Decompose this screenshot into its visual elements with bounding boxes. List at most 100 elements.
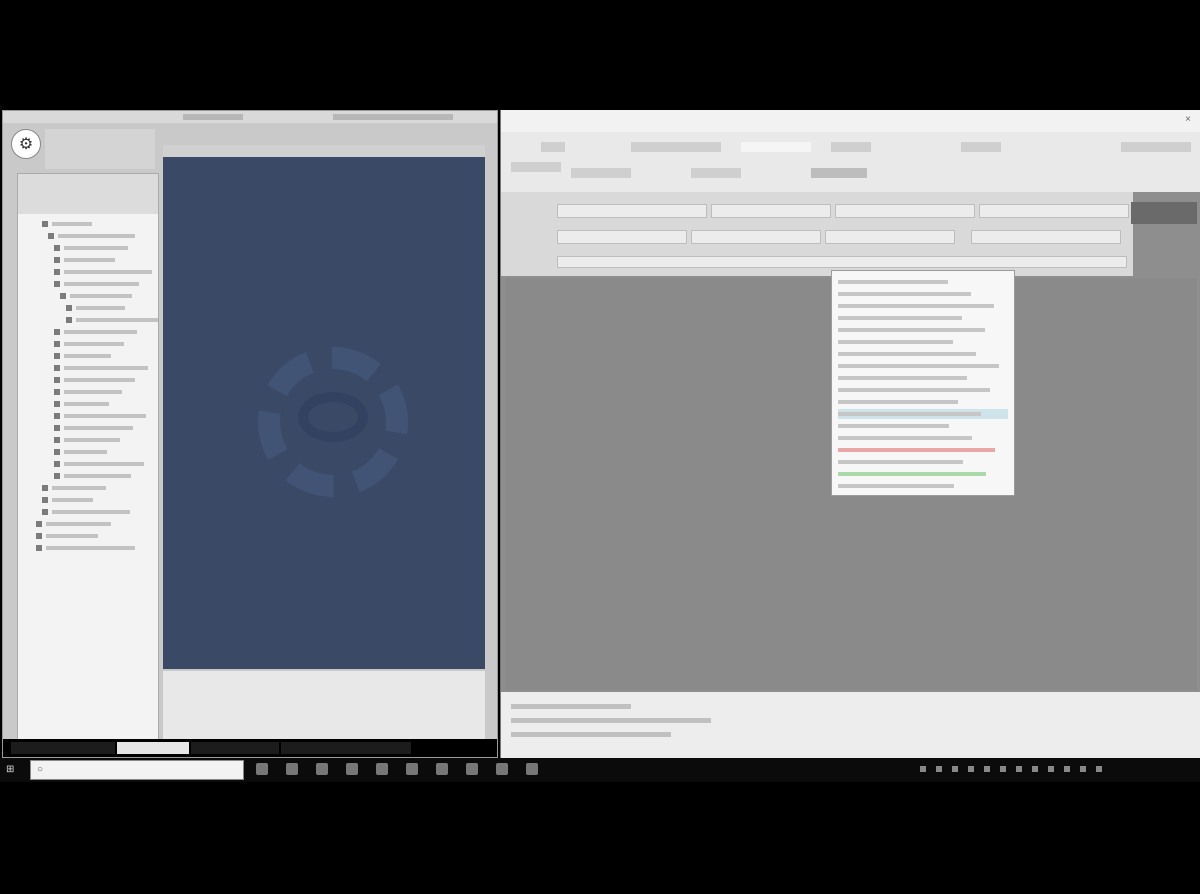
system-tray-icon[interactable] bbox=[1048, 766, 1054, 772]
tree-item[interactable] bbox=[54, 448, 148, 457]
tree-item[interactable] bbox=[42, 220, 148, 229]
pinned-app-icon[interactable] bbox=[526, 763, 538, 775]
system-tray-icon[interactable] bbox=[1096, 766, 1102, 772]
tree-item[interactable] bbox=[54, 400, 148, 409]
tree-item[interactable] bbox=[54, 340, 148, 349]
dropdown-option[interactable] bbox=[838, 277, 1008, 287]
system-tray-icon[interactable] bbox=[1000, 766, 1006, 772]
left-toolbar[interactable] bbox=[45, 129, 155, 169]
pinned-app-icon[interactable] bbox=[466, 763, 478, 775]
preview-canvas[interactable] bbox=[163, 157, 485, 669]
pinned-app-icon[interactable] bbox=[376, 763, 388, 775]
pinned-app-icon[interactable] bbox=[346, 763, 358, 775]
ribbon-button[interactable] bbox=[831, 142, 871, 152]
dropdown-option[interactable] bbox=[838, 385, 1008, 395]
system-tray-icon[interactable] bbox=[984, 766, 990, 772]
dropdown-option[interactable] bbox=[838, 469, 1008, 479]
taskbar-clock[interactable] bbox=[1130, 762, 1170, 778]
tree-item[interactable] bbox=[48, 232, 148, 241]
tree-item[interactable] bbox=[54, 376, 148, 385]
ribbon-button[interactable] bbox=[961, 142, 1001, 152]
system-tray-icon[interactable] bbox=[1016, 766, 1022, 772]
system-tray-icon[interactable] bbox=[1080, 766, 1086, 772]
tab-1[interactable] bbox=[11, 742, 115, 754]
system-tray-icon[interactable] bbox=[936, 766, 942, 772]
tree-item[interactable] bbox=[36, 520, 148, 529]
tree-item[interactable] bbox=[36, 532, 148, 541]
dropdown-option[interactable] bbox=[838, 325, 1008, 335]
tree-item[interactable] bbox=[36, 544, 148, 553]
ribbon-button-selected[interactable] bbox=[811, 168, 867, 178]
dropdown-list[interactable] bbox=[831, 270, 1015, 496]
pinned-app-icon[interactable] bbox=[436, 763, 448, 775]
apply-button[interactable] bbox=[1131, 202, 1197, 224]
ribbon-button[interactable] bbox=[541, 142, 565, 152]
ribbon-button[interactable] bbox=[691, 168, 741, 178]
pinned-app-icon[interactable] bbox=[406, 763, 418, 775]
tree-item[interactable] bbox=[54, 388, 148, 397]
dropdown-option[interactable] bbox=[838, 361, 1008, 371]
filter-field[interactable] bbox=[711, 204, 831, 218]
dropdown-option[interactable] bbox=[838, 289, 1008, 299]
ribbon-button[interactable] bbox=[1121, 142, 1191, 152]
tab-2[interactable] bbox=[117, 742, 189, 754]
dropdown-option[interactable] bbox=[838, 409, 1008, 419]
filter-field[interactable] bbox=[557, 204, 707, 218]
dropdown-option[interactable] bbox=[838, 337, 1008, 347]
tree-item[interactable] bbox=[42, 496, 148, 505]
windows-start-icon[interactable]: ⊞ bbox=[6, 764, 18, 776]
filter-field[interactable] bbox=[835, 204, 975, 218]
tab-4[interactable] bbox=[281, 742, 411, 754]
dropdown-option[interactable] bbox=[838, 421, 1008, 431]
filter-field[interactable] bbox=[825, 230, 955, 244]
dropdown-option[interactable] bbox=[838, 313, 1008, 323]
ribbon-button[interactable] bbox=[511, 162, 561, 172]
filter-field[interactable] bbox=[971, 230, 1121, 244]
system-tray-icon[interactable] bbox=[968, 766, 974, 772]
filter-field[interactable] bbox=[557, 230, 687, 244]
left-window-titlebar[interactable] bbox=[3, 111, 497, 123]
dropdown-option[interactable] bbox=[838, 481, 1008, 491]
filter-field[interactable] bbox=[979, 204, 1129, 218]
system-tray-icon[interactable] bbox=[952, 766, 958, 772]
tree-item[interactable] bbox=[54, 280, 148, 289]
tree-item[interactable] bbox=[54, 328, 148, 337]
tab-3[interactable] bbox=[191, 742, 279, 754]
right-window-titlebar[interactable]: × bbox=[501, 110, 1200, 132]
tree-item[interactable] bbox=[42, 508, 148, 517]
close-icon[interactable]: × bbox=[1185, 114, 1191, 125]
ribbon-tab-active[interactable] bbox=[741, 142, 811, 152]
system-tray-icon[interactable] bbox=[920, 766, 926, 772]
system-tray-icon[interactable] bbox=[1032, 766, 1038, 772]
dropdown-option[interactable] bbox=[838, 397, 1008, 407]
dropdown-option[interactable] bbox=[838, 373, 1008, 383]
tree-item[interactable] bbox=[54, 352, 148, 361]
tree-item[interactable] bbox=[54, 424, 148, 433]
pinned-app-icon[interactable] bbox=[496, 763, 508, 775]
search-input[interactable] bbox=[53, 763, 243, 779]
dropdown-option[interactable] bbox=[838, 349, 1008, 359]
filter-field[interactable] bbox=[691, 230, 821, 244]
tree-item[interactable] bbox=[54, 460, 148, 469]
tree-item[interactable] bbox=[54, 436, 148, 445]
tree-item[interactable] bbox=[54, 244, 148, 253]
system-tray-icon[interactable] bbox=[1064, 766, 1070, 772]
ribbon-button[interactable] bbox=[571, 168, 631, 178]
pinned-app-icon[interactable] bbox=[286, 763, 298, 775]
tree-item[interactable] bbox=[66, 304, 148, 313]
dropdown-option[interactable] bbox=[838, 433, 1008, 443]
taskbar-search-box[interactable]: ○ bbox=[30, 760, 244, 780]
tree-item[interactable] bbox=[54, 472, 148, 481]
dropdown-option[interactable] bbox=[838, 457, 1008, 467]
tree-item[interactable] bbox=[54, 412, 148, 421]
tree-item[interactable] bbox=[54, 364, 148, 373]
dropdown-option[interactable] bbox=[838, 301, 1008, 311]
tree-item[interactable] bbox=[66, 316, 158, 325]
preview-toolbar[interactable] bbox=[163, 145, 485, 157]
pinned-app-icon[interactable] bbox=[316, 763, 328, 775]
tree-item[interactable] bbox=[42, 484, 148, 493]
tree-item[interactable] bbox=[54, 268, 152, 277]
tree-item[interactable] bbox=[54, 256, 148, 265]
tree-item[interactable] bbox=[60, 292, 148, 301]
ribbon-button[interactable] bbox=[631, 142, 721, 152]
